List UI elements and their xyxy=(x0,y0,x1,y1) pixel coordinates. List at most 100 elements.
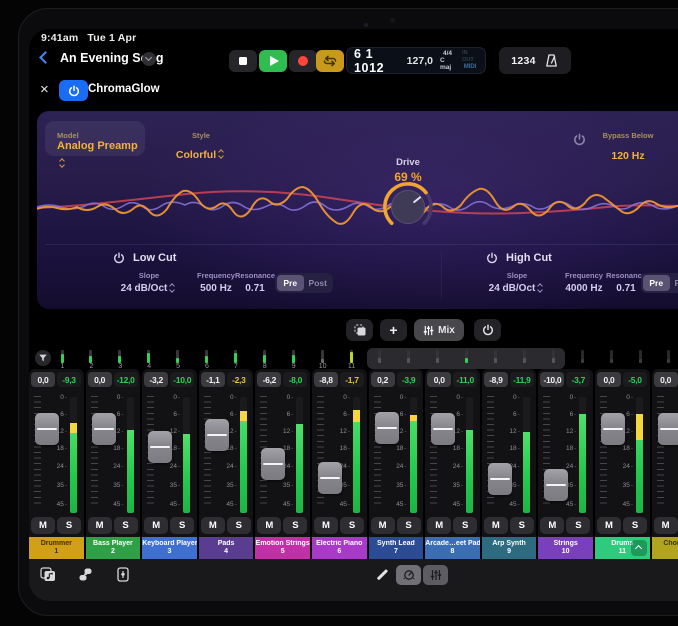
mute-button[interactable]: M xyxy=(484,517,508,534)
peak-level-readout[interactable]: -5,0 xyxy=(623,372,647,387)
fader-value-readout[interactable]: -8,9 xyxy=(484,372,508,387)
solo-button[interactable]: S xyxy=(227,517,251,534)
fader-cap[interactable] xyxy=(92,413,116,445)
track-name-bar[interactable]: Drummer1 xyxy=(29,537,84,559)
track-name-bar[interactable]: Keyboard Player3 xyxy=(142,537,197,559)
mute-button[interactable]: M xyxy=(654,517,678,534)
fader-value-readout[interactable]: 0,0 xyxy=(31,372,55,387)
post-button[interactable]: Post xyxy=(305,275,332,291)
fader-cap[interactable] xyxy=(544,469,568,501)
track-name-bar[interactable]: Pads4 xyxy=(199,537,254,559)
bypass-below-control[interactable]: Bypass Below 120 Hz xyxy=(593,125,663,164)
style-selector[interactable]: Style Colorful xyxy=(161,125,241,163)
fader-cap[interactable] xyxy=(205,419,229,451)
fader-cap[interactable] xyxy=(375,412,399,444)
low-cut-slope[interactable]: Slope 24 dB/Oct xyxy=(117,271,181,294)
browser-icon[interactable] xyxy=(39,566,57,583)
peak-level-readout[interactable]: -2,3 xyxy=(227,372,251,387)
track-name-bar[interactable]: Emotion Strings5 xyxy=(255,537,310,559)
peak-level-readout[interactable]: -8,0 xyxy=(283,372,307,387)
fader-value-readout[interactable]: 0,0 xyxy=(597,372,621,387)
mute-button[interactable]: M xyxy=(540,517,564,534)
track-name-bar[interactable]: Electric Piano6 xyxy=(312,537,367,559)
peak-level-readout[interactable]: -11,9 xyxy=(510,372,534,387)
fader-cap[interactable] xyxy=(431,413,455,445)
solo-button[interactable]: S xyxy=(283,517,307,534)
plugin-name[interactable]: ChromaGlow xyxy=(88,83,160,95)
mute-button[interactable]: M xyxy=(88,517,112,534)
peak-level-readout[interactable]: -11,0 xyxy=(453,372,477,387)
mute-button[interactable]: M xyxy=(314,517,338,534)
fader-value-readout[interactable]: 0,0 xyxy=(427,372,451,387)
solo-button[interactable]: S xyxy=(57,517,81,534)
fader-value-readout[interactable]: -1,1 xyxy=(201,372,225,387)
fader-panel-icon[interactable] xyxy=(115,566,131,583)
fader-value-readout[interactable]: 0,0 xyxy=(654,372,678,387)
fader-value-readout[interactable]: -3,2 xyxy=(144,372,168,387)
fader-cap[interactable] xyxy=(488,463,512,495)
solo-button[interactable]: S xyxy=(114,517,138,534)
drive-knob[interactable] xyxy=(378,177,438,237)
high-cut-power-icon[interactable] xyxy=(486,252,498,264)
high-cut-slope[interactable]: Slope 24 dB/Oct xyxy=(485,271,549,294)
record-button[interactable] xyxy=(289,50,317,72)
pencil-icon[interactable] xyxy=(377,569,388,580)
bypass-power-icon[interactable] xyxy=(573,133,586,146)
song-menu-button[interactable] xyxy=(142,52,156,66)
faders-view-button[interactable] xyxy=(423,565,448,585)
peak-level-readout[interactable]: -1,7 xyxy=(340,372,364,387)
fader-value-readout[interactable]: 0,2 xyxy=(371,372,395,387)
close-icon[interactable]: × xyxy=(40,83,49,97)
add-track-button[interactable]: + xyxy=(380,319,407,341)
track-name-bar[interactable]: Arcade…eet Pad8 xyxy=(425,537,480,559)
pre-button[interactable]: Pre xyxy=(643,275,670,291)
peak-level-readout[interactable]: -3,7 xyxy=(566,372,590,387)
solo-button[interactable]: S xyxy=(566,517,590,534)
back-chevron-icon[interactable] xyxy=(39,51,52,64)
mute-button[interactable]: M xyxy=(427,517,451,534)
fader-value-readout[interactable]: 0,0 xyxy=(88,372,112,387)
fader-value-readout[interactable]: -8,8 xyxy=(314,372,338,387)
mute-button[interactable]: M xyxy=(31,517,55,534)
solo-button[interactable]: S xyxy=(340,517,364,534)
plugin-power-button[interactable] xyxy=(59,80,88,101)
track-name-bar[interactable]: Chorus V xyxy=(652,537,678,559)
metronome-icon[interactable] xyxy=(544,53,559,68)
post-button[interactable]: Post xyxy=(671,275,678,291)
mute-button[interactable]: M xyxy=(257,517,281,534)
filter-button[interactable] xyxy=(35,350,51,366)
mute-button[interactable]: M xyxy=(597,517,621,534)
level-control[interactable]: Level 0.0 xyxy=(659,125,678,164)
low-cut-power-icon[interactable] xyxy=(113,252,125,264)
track-name-bar[interactable]: Drums11 xyxy=(595,537,650,559)
play-button[interactable] xyxy=(259,50,287,72)
plugins-icon[interactable] xyxy=(77,566,94,583)
mixer-power-button[interactable] xyxy=(474,319,501,341)
peak-level-readout[interactable]: -10,0 xyxy=(170,372,194,387)
collapse-chevron-button[interactable] xyxy=(631,540,647,556)
solo-button[interactable]: S xyxy=(623,517,647,534)
fader-cap[interactable] xyxy=(658,413,678,445)
solo-button[interactable]: S xyxy=(170,517,194,534)
solo-button[interactable]: S xyxy=(397,517,421,534)
cycle-button[interactable] xyxy=(316,50,344,72)
stop-button[interactable] xyxy=(229,50,257,72)
mute-button[interactable]: M xyxy=(144,517,168,534)
track-name-bar[interactable]: Synth Lead7 xyxy=(369,537,424,559)
duplicate-button[interactable] xyxy=(346,319,373,341)
track-name-bar[interactable]: Strings10 xyxy=(538,537,593,559)
track-name-bar[interactable]: Arp Synth9 xyxy=(482,537,537,559)
track-name-bar[interactable]: Bass Player2 xyxy=(86,537,141,559)
peak-level-readout[interactable]: -9,3 xyxy=(57,372,81,387)
fader-cap[interactable] xyxy=(601,413,625,445)
fader-cap[interactable] xyxy=(35,413,59,445)
count-in-button[interactable]: 1234 xyxy=(511,55,536,67)
mute-button[interactable]: M xyxy=(201,517,225,534)
fader-cap[interactable] xyxy=(261,448,285,480)
solo-button[interactable]: S xyxy=(453,517,477,534)
mute-button[interactable]: M xyxy=(371,517,395,534)
fader-cap[interactable] xyxy=(318,462,342,494)
lcd-display[interactable]: 6 1 1012 127,0 4/4 C maj IN OUT MIDI xyxy=(346,47,486,74)
knob-view-button[interactable] xyxy=(396,565,421,585)
fader-value-readout[interactable]: -6,2 xyxy=(257,372,281,387)
